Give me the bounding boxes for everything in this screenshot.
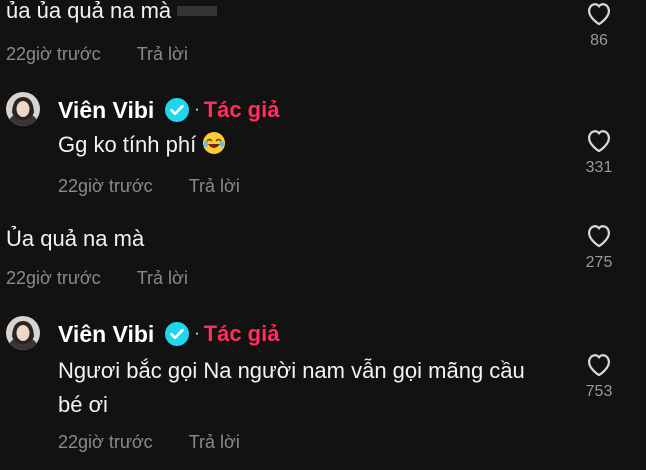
comment-4-author-row: Viên Vibi · Tác giả (58, 315, 279, 353)
comment-2-reply-button[interactable]: Trả lời (189, 176, 240, 197)
avatar[interactable] (6, 92, 40, 126)
comment-1-like[interactable]: 86 (574, 0, 624, 50)
comment-1-text: ủa ủa quả na mà (6, 0, 218, 28)
heart-outline-icon[interactable] (585, 351, 613, 377)
comment-1-reply-button[interactable]: Trả lời (137, 44, 188, 65)
comment-3-text: Ủa quả na mà (6, 226, 145, 251)
comment-2-text: Gg ko tính phí (58, 128, 226, 162)
author-name[interactable]: Viên Vibi (58, 321, 154, 348)
comment-4-like[interactable]: 753 (574, 351, 624, 401)
comment-4-text: Ngươi bắc gọi Na người nam vẫn gọi mãng … (58, 358, 525, 417)
comment-4-like-count: 753 (585, 383, 613, 400)
comment-4-reply-button[interactable]: Trả lời (189, 432, 240, 453)
comment-3-meta: 22giờ trước Trả lời (6, 268, 188, 289)
author-name[interactable]: Viên Vibi (58, 97, 154, 124)
comment-2-like[interactable]: 331 (574, 127, 624, 177)
comment-1-like-count: 86 (590, 32, 608, 49)
verified-check-icon (165, 322, 190, 346)
author-badge: Tác giả (203, 97, 280, 122)
comment-3-like-count: 275 (585, 254, 613, 271)
comment-2-like-count: 331 (585, 159, 613, 176)
comment-4-time: 22giờ trước (58, 432, 153, 452)
comment-2-time: 22giờ trước (58, 176, 153, 196)
author-badge: Tác giả (203, 321, 280, 346)
blurred-text (177, 6, 218, 16)
comment-3-reply-button[interactable]: Trả lời (137, 268, 188, 289)
verified-check-icon (165, 98, 190, 122)
comment-1-meta: 22giờ trước Trả lời (6, 44, 188, 65)
separator-dot: · (194, 101, 200, 118)
heart-outline-icon[interactable] (585, 222, 613, 248)
comment-3-time: 22giờ trước (6, 268, 101, 288)
heart-outline-icon[interactable] (585, 127, 613, 153)
laughing-emoji-icon (203, 132, 226, 154)
heart-outline-icon[interactable] (585, 0, 613, 26)
comment-3-like[interactable]: 275 (574, 222, 624, 272)
comment-2-meta: 22giờ trước Trả lời (58, 176, 240, 197)
comment-4-meta: 22giờ trước Trả lời (58, 432, 240, 453)
comment-section: ủa ủa quả na mà 22giờ trước Trả lời 86 V… (0, 0, 646, 470)
comment-1-time: 22giờ trước (6, 44, 101, 64)
avatar[interactable] (6, 316, 40, 350)
separator-dot: · (194, 325, 200, 342)
comment-2-author-row: Viên Vibi · Tác giả (58, 91, 279, 129)
